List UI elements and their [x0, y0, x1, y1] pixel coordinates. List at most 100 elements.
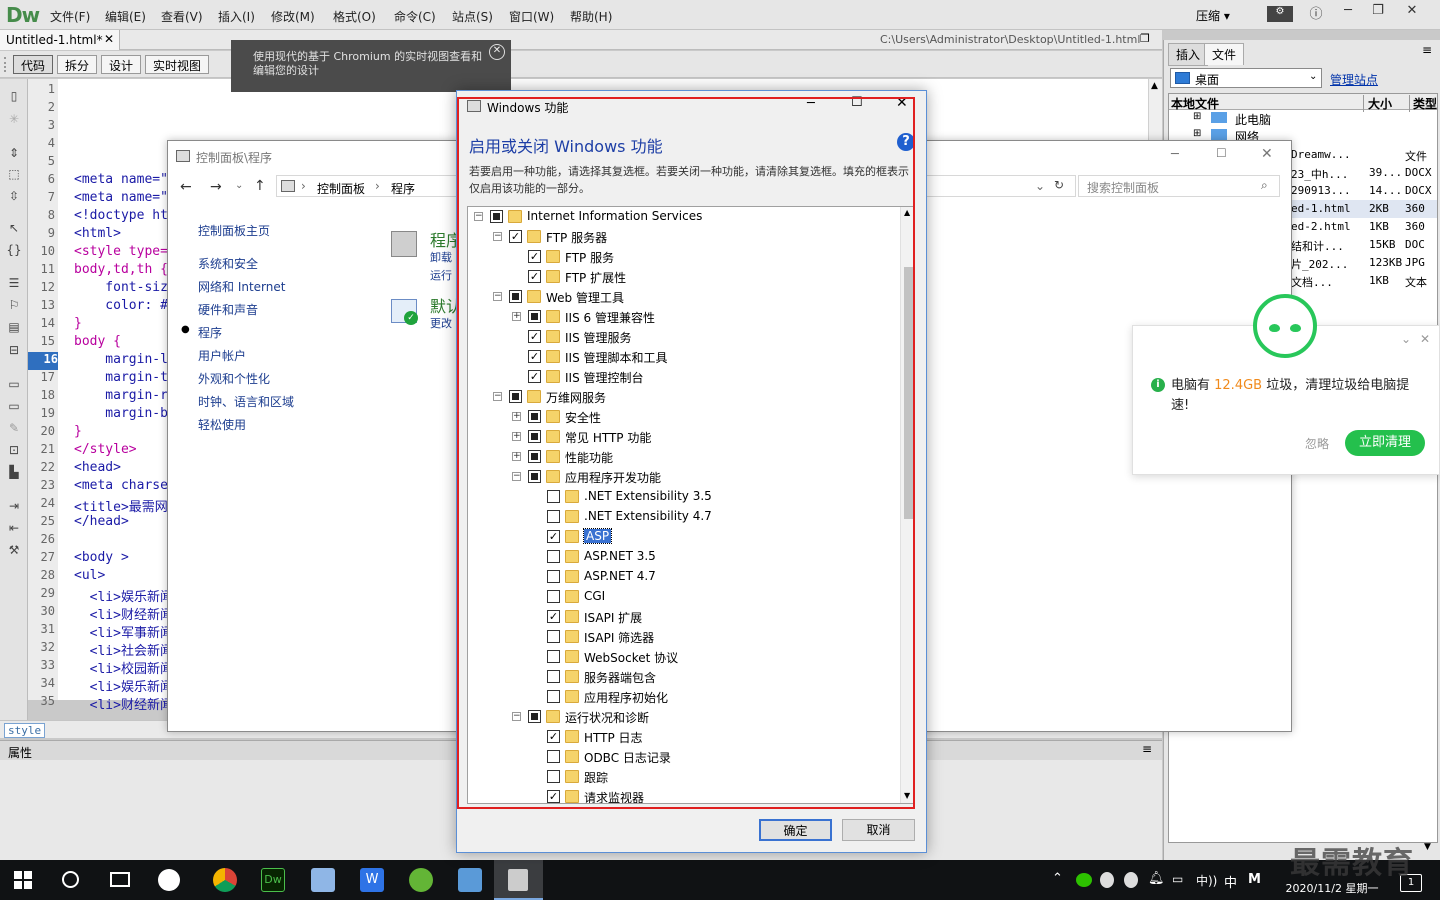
workspace-switcher[interactable]: 压缩 ▾ — [1196, 7, 1230, 24]
feature-node[interactable]: ✓ 请求监视器 — [468, 787, 908, 803]
uninstall-link[interactable]: 卸载 — [430, 249, 452, 265]
start-icon[interactable] — [14, 871, 32, 889]
minimize-button[interactable]: ─ — [1171, 147, 1179, 162]
feature-node[interactable]: + 安全性 — [468, 407, 908, 427]
feature-checkbox[interactable] — [547, 510, 560, 523]
ime-indicator[interactable]: 中 — [1224, 872, 1237, 891]
feature-checkbox[interactable] — [509, 290, 522, 303]
feature-checkbox[interactable] — [528, 470, 541, 483]
run-link[interactable]: 运行 — [430, 267, 452, 283]
wrap-tag-icon[interactable]: ✎ — [6, 421, 22, 435]
code-line[interactable]: <body > — [74, 550, 129, 568]
ime-mode[interactable]: M — [1248, 872, 1261, 887]
code-line[interactable]: color: # — [74, 298, 168, 316]
qq-icon[interactable] — [1100, 872, 1114, 888]
ignore-button[interactable]: 忽略 — [1305, 435, 1329, 452]
feature-checkbox[interactable]: ✓ — [547, 790, 560, 803]
close-icon[interactable]: ✕ — [1420, 332, 1430, 346]
wechat-icon[interactable] — [1076, 873, 1092, 887]
nav-ease-of-access[interactable]: 轻松使用 — [198, 416, 246, 433]
minimize-button[interactable]: ─ — [1334, 3, 1362, 23]
indent-icon[interactable]: ⇥ — [6, 499, 22, 513]
feature-node[interactable]: ✓ HTTP 日志 — [468, 727, 908, 747]
feature-checkbox[interactable] — [547, 590, 560, 603]
chrome-icon[interactable] — [213, 868, 237, 892]
feature-checkbox[interactable]: ✓ — [528, 250, 541, 263]
document-tab[interactable]: Untitled-1.html* ✕ — [0, 30, 120, 50]
chevron-down-icon[interactable]: ⌄ — [1401, 332, 1411, 346]
ok-button[interactable]: 确定 — [759, 819, 832, 841]
volume-icon[interactable]: 中)) — [1196, 872, 1217, 889]
code-line[interactable]: </head> — [74, 514, 129, 532]
sync-settings-icon[interactable]: ⚙ — [1267, 6, 1293, 22]
select-parent-tag-icon[interactable]: ↖ — [6, 221, 22, 235]
cancel-button[interactable]: 取消 — [842, 819, 915, 841]
panel-menu-icon[interactable]: ≡ — [1422, 43, 1432, 57]
feature-node[interactable]: ✓ IIS 管理控制台 — [468, 367, 908, 387]
code-line[interactable]: <li>娱乐新闻 — [74, 676, 173, 695]
feature-checkbox[interactable] — [528, 450, 541, 463]
feature-node[interactable]: 服务器端包含 — [468, 667, 908, 687]
code-line[interactable]: <html> — [74, 226, 121, 244]
feature-node[interactable]: ✓ ASP — [468, 527, 908, 547]
feature-node[interactable]: ASP.NET 4.7 — [468, 567, 908, 587]
feature-checkbox[interactable]: ✓ — [547, 610, 560, 623]
forward-arrow-icon[interactable]: → — [210, 179, 222, 195]
collapse-full-tag-icon[interactable]: ⇕ — [6, 146, 22, 160]
breadcrumb-control-panel[interactable]: 控制面板 — [317, 180, 365, 197]
recent-locations-icon[interactable]: ⌄ — [235, 180, 243, 191]
scroll-down-icon[interactable]: ▼ — [1424, 842, 1431, 852]
expand-all-icon[interactable]: ⇳ — [6, 189, 22, 203]
feature-checkbox[interactable] — [509, 390, 522, 403]
close-button[interactable]: ✕ — [1398, 3, 1426, 23]
tag-selector-style[interactable]: style — [4, 723, 46, 738]
feature-checkbox[interactable]: ✓ — [528, 350, 541, 363]
highlight-invalid-code-icon[interactable]: ⚐ — [6, 298, 22, 312]
feature-node[interactable]: ✓ IIS 管理脚本和工具 — [468, 347, 908, 367]
chevron-up-icon[interactable]: ⌃ — [1052, 871, 1063, 886]
feature-checkbox[interactable]: ✓ — [547, 730, 560, 743]
code-line[interactable]: margin-b — [74, 406, 168, 424]
feature-checkbox[interactable] — [547, 490, 560, 503]
feature-node[interactable]: ASP.NET 3.5 — [468, 547, 908, 567]
feature-node[interactable]: 跟踪 — [468, 767, 908, 787]
collapse-icon[interactable]: − — [493, 232, 502, 241]
feature-node[interactable]: − 万维网服务 — [468, 387, 908, 407]
feature-node[interactable]: ✓ ISAPI 扩展 — [468, 607, 908, 627]
feature-node[interactable]: CGI — [468, 587, 908, 607]
nav-network-internet[interactable]: 网络和 Internet — [198, 278, 285, 295]
info-icon[interactable]: ⓘ — [1302, 3, 1330, 23]
code-line[interactable]: margin-l — [74, 352, 168, 370]
feature-node[interactable]: − 运行状况和诊断 — [468, 707, 908, 727]
feature-checkbox[interactable] — [547, 770, 560, 783]
nav-programs[interactable]: 程序 — [198, 324, 222, 341]
feature-node[interactable]: − Web 管理工具 — [468, 287, 908, 307]
balance-braces-icon[interactable]: {} — [6, 243, 22, 257]
feature-checkbox[interactable]: ✓ — [509, 230, 522, 243]
nav-system-security[interactable]: 系统和安全 — [198, 255, 258, 272]
feature-node[interactable]: ✓ FTP 扩展性 — [468, 267, 908, 287]
code-line[interactable]: margin-r — [74, 388, 168, 406]
notepad-icon[interactable] — [311, 868, 335, 892]
melon-icon[interactable] — [409, 868, 433, 892]
outdent-icon[interactable]: ⇤ — [6, 521, 22, 535]
back-arrow-icon[interactable]: ← — [180, 179, 192, 195]
code-line[interactable]: margin-t — [74, 370, 168, 388]
menu-view[interactable]: 查看(V) — [161, 8, 203, 25]
feature-node[interactable]: + 性能功能 — [468, 447, 908, 467]
code-line[interactable]: body,td,th { — [74, 262, 168, 280]
feature-node[interactable]: − Internet Information Services — [468, 207, 908, 227]
feature-node[interactable]: WebSocket 协议 — [468, 647, 908, 667]
task-view-icon[interactable] — [110, 872, 130, 887]
code-line[interactable]: <li>校园新闻 — [74, 658, 173, 677]
notification-bell-icon[interactable]: 🔔︎ — [1148, 871, 1165, 886]
menu-modify[interactable]: 修改(M) — [271, 8, 315, 25]
code-line[interactable]: font-siz — [74, 280, 168, 298]
feature-node[interactable]: ODBC 日志记录 — [468, 747, 908, 767]
feature-checkbox[interactable] — [547, 550, 560, 563]
expand-icon[interactable]: ⊞ — [1193, 111, 1201, 122]
feature-node[interactable]: .NET Extensibility 3.5 — [468, 487, 908, 507]
panel-menu-icon[interactable]: ≡ — [1142, 742, 1152, 756]
feature-node[interactable]: + 常见 HTTP 功能 — [468, 427, 908, 447]
app-icon[interactable] — [158, 869, 180, 891]
